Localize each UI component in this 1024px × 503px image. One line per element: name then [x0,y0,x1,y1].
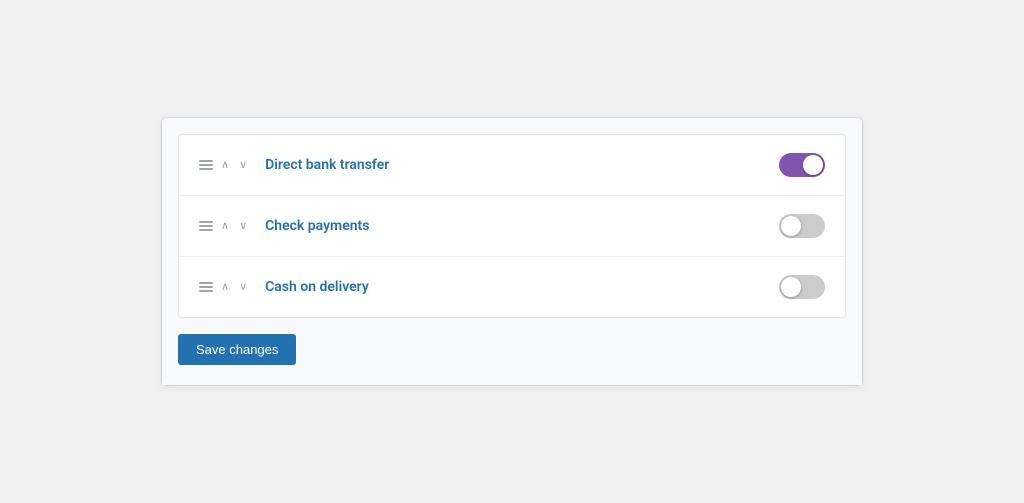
payment-row-cash-on-delivery: ∧ ∨ Cash on delivery [179,257,845,317]
footer: Save changes [162,318,862,385]
payment-method-name[interactable]: Cash on delivery [265,279,779,295]
row-controls: ∧ ∨ [199,219,249,234]
drag-handle-icon[interactable] [199,221,213,231]
toggle-thumb [781,216,801,236]
toggle-check-payments[interactable] [779,214,825,238]
move-up-button[interactable]: ∧ [219,219,231,234]
payment-method-name[interactable]: Check payments [265,218,779,234]
move-down-button[interactable]: ∨ [237,158,249,173]
row-controls: ∧ ∨ [199,280,249,295]
save-changes-button[interactable]: Save changes [178,334,296,365]
toggle-track [779,153,825,177]
drag-handle-icon[interactable] [199,160,213,170]
settings-panel: ∧ ∨ Direct bank transfer [162,118,862,385]
move-down-button[interactable]: ∨ [237,280,249,295]
toggle-thumb [803,155,823,175]
toggle-track [779,275,825,299]
payment-row-direct-bank-transfer: ∧ ∨ Direct bank transfer [179,135,845,196]
payment-methods-list: ∧ ∨ Direct bank transfer [178,134,846,318]
move-up-button[interactable]: ∧ [219,158,231,173]
move-up-button[interactable]: ∧ [219,280,231,295]
toggle-direct-bank-transfer[interactable] [779,153,825,177]
toggle-track [779,214,825,238]
drag-handle-icon[interactable] [199,282,213,292]
payment-method-name[interactable]: Direct bank transfer [265,157,779,173]
payment-row-check-payments: ∧ ∨ Check payments [179,196,845,257]
row-controls: ∧ ∨ [199,158,249,173]
toggle-cash-on-delivery[interactable] [779,275,825,299]
move-down-button[interactable]: ∨ [237,219,249,234]
toggle-thumb [781,277,801,297]
